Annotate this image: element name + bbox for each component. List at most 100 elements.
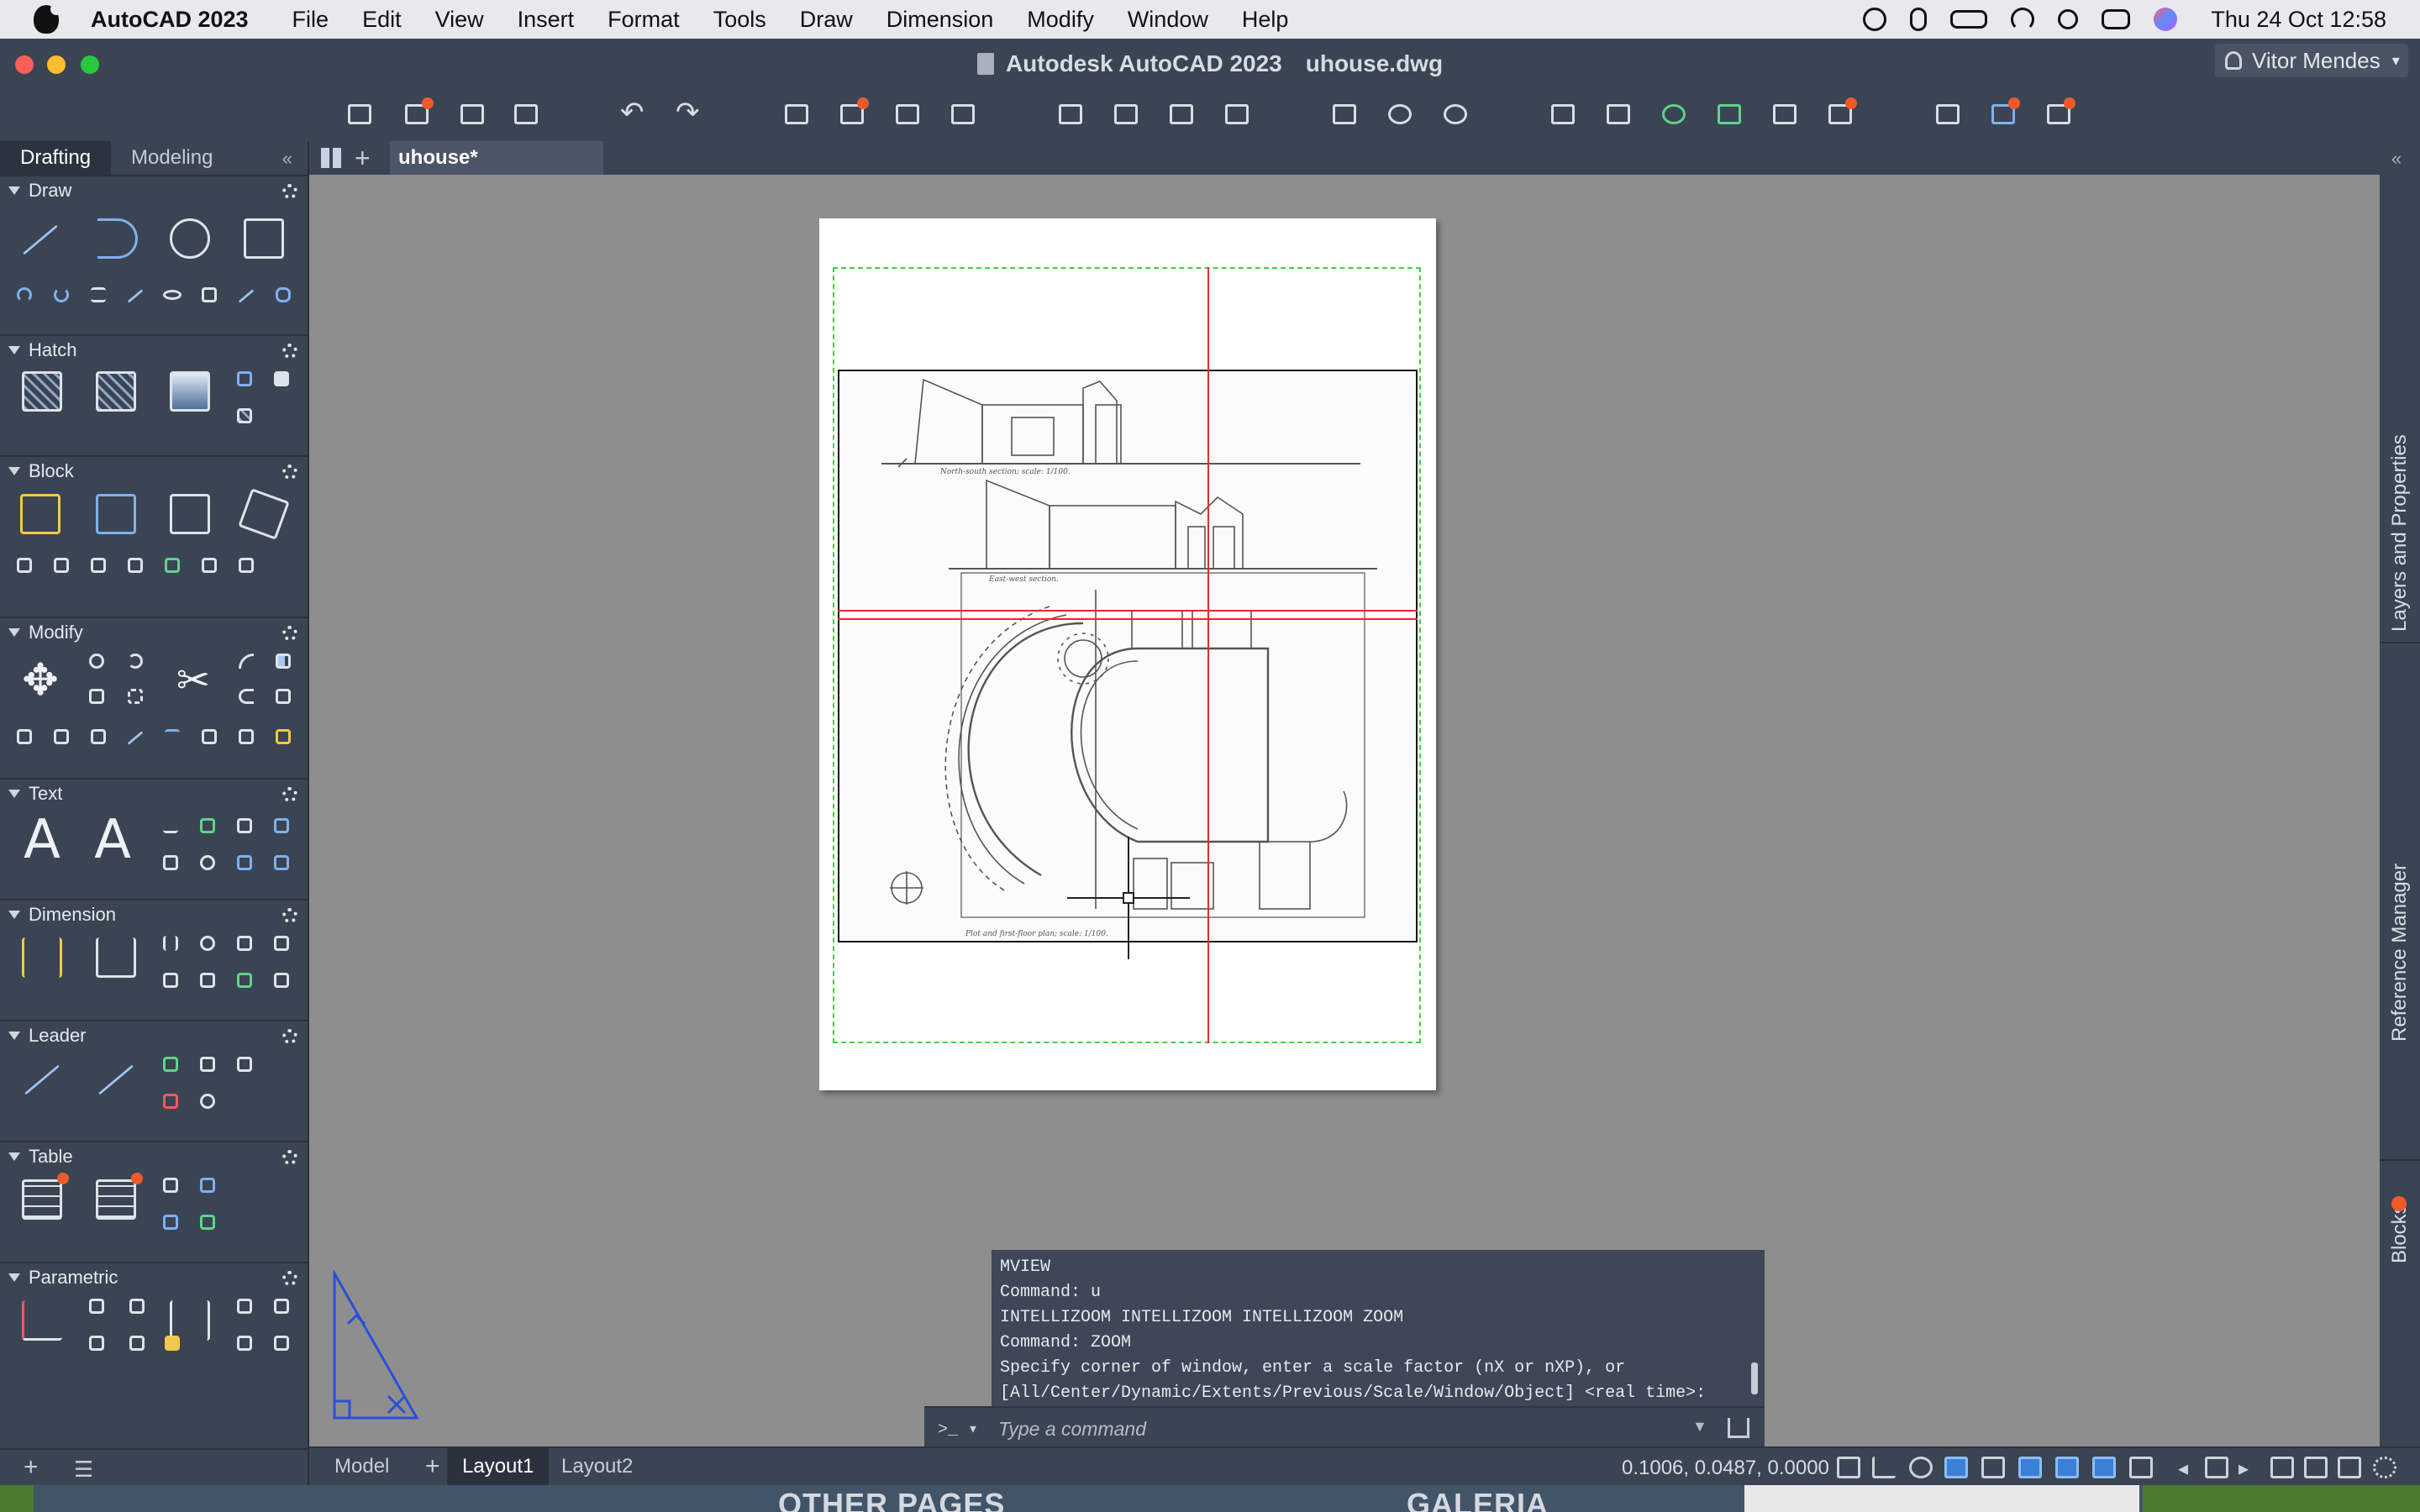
revcloud-tool-icon[interactable] xyxy=(271,282,296,307)
gradient-tool-icon[interactable] xyxy=(165,366,215,417)
web-icon[interactable] xyxy=(1657,97,1691,131)
user-account-menu[interactable]: Vitor Mendes ▾ xyxy=(2215,44,2408,77)
edit-block-icon[interactable] xyxy=(165,489,215,539)
app-menu[interactable]: AutoCAD 2023 xyxy=(91,7,249,33)
hatch-layer-tool-icon[interactable] xyxy=(232,403,257,428)
spline-tool-icon[interactable] xyxy=(49,282,74,307)
leader-link-icon[interactable] xyxy=(195,1089,220,1114)
menu-tools[interactable]: Tools xyxy=(713,7,766,33)
section-table-header[interactable]: Table xyxy=(0,1142,308,1171)
wifi-icon[interactable] xyxy=(2011,8,2035,31)
attribute-sync-icon[interactable] xyxy=(160,553,185,578)
block-manager-icon[interactable] xyxy=(123,553,148,578)
open-icon[interactable] xyxy=(400,97,434,131)
extend-tool-icon[interactable] xyxy=(123,724,148,749)
command-history-scrollbar[interactable] xyxy=(1751,1362,1758,1394)
annotation-scale-icon[interactable] xyxy=(2270,1457,2294,1478)
align-leader-icon[interactable] xyxy=(195,1052,220,1077)
redo-icon[interactable]: ↷ xyxy=(672,97,706,131)
smart-dimension-icon[interactable] xyxy=(17,932,67,983)
tab-model[interactable]: Model xyxy=(319,1448,404,1485)
file-tabs-grid-icon[interactable] xyxy=(321,148,343,168)
text-combine-icon[interactable] xyxy=(269,850,294,875)
dimension-style-icon[interactable] xyxy=(91,932,141,983)
menu-draw[interactable]: Draw xyxy=(800,7,853,33)
battery-icon[interactable] xyxy=(1950,10,1988,29)
menu-format[interactable]: Format xyxy=(608,7,680,33)
menu-window[interactable]: Window xyxy=(1128,7,1208,33)
match-properties-icon[interactable] xyxy=(1602,97,1635,131)
ellipse-tool-icon[interactable] xyxy=(160,282,185,307)
spell-check-icon[interactable] xyxy=(195,813,220,838)
tab-modeling[interactable]: Modeling xyxy=(111,141,233,175)
share-view-icon[interactable] xyxy=(1220,97,1254,131)
text-style-icon[interactable] xyxy=(232,813,257,838)
polyline-tool-icon[interactable] xyxy=(92,213,143,264)
tab-drafting[interactable]: Drafting xyxy=(0,141,112,175)
move-tool-icon[interactable]: ✥ xyxy=(15,655,66,706)
auto-constrain-icon[interactable] xyxy=(17,1295,67,1346)
constraint-bar-icon[interactable] xyxy=(124,1294,150,1319)
gear-icon[interactable] xyxy=(282,465,297,480)
data-download-icon[interactable] xyxy=(195,1210,220,1235)
collapse-panel-icon[interactable]: « xyxy=(2391,148,2402,170)
collapse-palette-icon[interactable]: « xyxy=(282,148,292,170)
save-icon[interactable] xyxy=(455,97,489,131)
command-recent-dropdown-icon[interactable]: ▼ xyxy=(1692,1418,1707,1436)
gear-icon[interactable] xyxy=(282,344,297,359)
text-align-icon[interactable] xyxy=(158,850,183,875)
command-share-icon[interactable] xyxy=(1728,1418,1749,1438)
section-parametric-header[interactable]: Parametric xyxy=(0,1263,308,1292)
oblique-dimension-icon[interactable] xyxy=(269,968,294,993)
wipeout-tool-icon[interactable] xyxy=(269,366,294,391)
maximize-viewport-icon[interactable] xyxy=(2205,1457,2228,1478)
workspace-icon[interactable] xyxy=(2338,1457,2361,1478)
lock-icon[interactable] xyxy=(160,1331,185,1356)
orbit-icon[interactable] xyxy=(1439,97,1472,131)
polar-tracking-icon[interactable] xyxy=(1909,1457,1933,1478)
line-tool-icon[interactable] xyxy=(15,213,66,264)
save-as-icon[interactable] xyxy=(509,97,543,131)
remove-leader-icon[interactable] xyxy=(158,1089,183,1114)
xline-tool-icon[interactable] xyxy=(234,282,259,307)
ortho-icon[interactable] xyxy=(1872,1457,1896,1478)
block-base-icon[interactable] xyxy=(86,553,111,578)
table-tool-icon[interactable] xyxy=(17,1173,69,1225)
scale-tool-icon[interactable] xyxy=(12,724,37,749)
circle-tool-icon[interactable] xyxy=(165,213,215,264)
gear-icon[interactable] xyxy=(282,1150,297,1165)
section-dimension-header[interactable]: Dimension xyxy=(0,900,308,929)
control-center-icon[interactable] xyxy=(2102,9,2131,29)
cursor-coordinates[interactable]: 0.1006, 0.0487, 0.0000 xyxy=(1622,1457,1829,1480)
block-attribute-icon[interactable] xyxy=(12,553,37,578)
gear-icon[interactable] xyxy=(282,184,297,199)
text-edit-tool-icon[interactable]: A xyxy=(87,813,138,867)
attribute-extract-icon[interactable] xyxy=(234,553,259,578)
new-icon[interactable] xyxy=(343,97,376,131)
siri-icon[interactable] xyxy=(2154,8,2178,31)
menu-modify[interactable]: Modify xyxy=(1027,7,1094,33)
data-extract-icon[interactable] xyxy=(195,1173,220,1198)
gear-icon[interactable] xyxy=(282,787,297,802)
bluetooth-icon[interactable] xyxy=(1910,8,1928,31)
chevron-right-icon[interactable]: ▸ xyxy=(2238,1457,2262,1480)
grid-icon[interactable] xyxy=(2018,1457,2042,1478)
section-hatch-header[interactable]: Hatch xyxy=(0,336,308,365)
gear-icon[interactable] xyxy=(282,626,297,641)
annotation-visibility-icon[interactable] xyxy=(2304,1457,2328,1478)
snap-icon[interactable] xyxy=(2055,1457,2079,1478)
table-style-icon[interactable] xyxy=(91,1173,143,1225)
plot-preview-icon[interactable] xyxy=(891,97,924,131)
new-tab-icon[interactable]: + xyxy=(355,141,371,175)
data-link-icon[interactable] xyxy=(158,1173,183,1198)
menu-clock[interactable]: Thu 24 Oct 12:58 xyxy=(2211,7,2386,33)
plot-icon[interactable] xyxy=(780,97,813,131)
delete-constraint-icon[interactable] xyxy=(232,1294,257,1319)
gear-icon[interactable] xyxy=(282,908,297,923)
attribute-edit-icon[interactable] xyxy=(197,553,222,578)
find-text-icon[interactable] xyxy=(195,850,220,875)
arc-tool-icon[interactable] xyxy=(12,282,37,307)
menu-file[interactable]: File xyxy=(292,7,329,33)
continue-dimension-icon[interactable] xyxy=(158,968,183,993)
send-icon[interactable] xyxy=(1986,97,2020,131)
